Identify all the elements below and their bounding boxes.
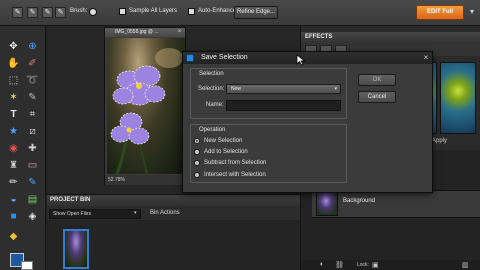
document-close-icon[interactable]: × [176,29,183,36]
layer-thumbnail [316,192,338,216]
radio-label: New Selection [204,138,243,144]
dropdown-arrow-icon[interactable]: ▾ [470,7,474,16]
clone-stamp-tool-icon[interactable]: ♜ [7,159,20,172]
cancel-button[interactable]: Cancel [358,91,396,103]
zoom-tool-icon[interactable]: ⊕ [26,40,39,53]
name-field[interactable] [226,100,341,111]
flower-photo [110,48,183,174]
quick-selection-tool-icon[interactable]: ✎ [26,91,39,104]
trash-icon[interactable]: ▥ [462,261,469,269]
edit-full-button[interactable]: EDIT Full [416,5,464,20]
brush-tool-icon[interactable]: ✏ [7,176,20,189]
radio-label: Add to Selection [204,149,248,155]
document-window: IMG_0558.jpg @ ... × 52.78% [104,27,186,185]
sample-all-layers-label: Sample All Layers [129,8,178,14]
healing-brush-tool-icon[interactable]: ✚ [26,142,39,155]
background-color-swatch[interactable] [21,261,33,270]
name-label: Name: [206,102,224,108]
auto-enhance-label: Auto-Enhance [198,8,237,14]
selection-dropdown[interactable]: New ▾ [226,84,341,94]
eyedropper-tool-icon[interactable]: ✐ [26,57,39,70]
auto-enhance-checkbox[interactable] [188,8,195,15]
radio-button[interactable] [194,172,200,178]
lock-label: Lock: [357,262,369,268]
brush-label: Brush: [70,8,88,14]
eraser-tool-icon[interactable]: ▭ [26,159,39,172]
zoom-status: 52.78% [105,175,185,185]
layers-bottom-bar [301,260,480,270]
radio-button[interactable] [194,160,200,166]
selection-label: Selection: [198,86,225,92]
cookie-cutter-tool-icon[interactable]: ★ [7,125,20,138]
apply-button[interactable]: Apply [432,138,447,144]
dialog-title: Save Selection [183,52,432,64]
brush-preset-icon[interactable]: ✎ [55,7,66,18]
radio-label: Intersect with Selection [204,172,266,178]
refine-edge-button[interactable]: Refine Edge... [234,6,278,19]
magic-wand-tool-icon[interactable]: ✶ [7,91,20,104]
close-icon[interactable]: × [421,53,431,63]
show-files-select[interactable]: Show Open Files [49,209,141,219]
hand-tool-icon[interactable]: ✋ [7,57,20,70]
bin-thumbnail[interactable] [63,229,89,269]
quick-selection-icon[interactable]: ✎ [12,7,23,18]
smart-brush-tool-icon[interactable]: ✎ [26,176,39,189]
project-bin-title[interactable]: PROJECT BIN [47,194,300,206]
selection-dropdown-value: New [231,86,242,92]
add-selection-icon[interactable]: ✎ [27,7,38,18]
lock-icon[interactable]: ▣ [372,261,379,269]
ok-button[interactable]: OK [358,74,396,86]
move-tool-icon[interactable]: ✥ [7,40,20,53]
shape-tool-icon[interactable]: ■ [7,210,20,223]
marquee-tool-icon[interactable]: ⬚ [7,74,20,87]
radio-label: Subtract from Selection [204,160,267,166]
sample-all-layers-checkbox[interactable] [119,8,126,15]
radio-button[interactable] [194,149,200,155]
paint-bucket-tool-icon[interactable]: ◒ [7,193,20,206]
lasso-tool-icon[interactable]: ➰ [26,74,39,87]
effects-panel-title[interactable]: EFFECTS [301,32,480,42]
straighten-tool-icon[interactable]: ⧄ [26,125,39,138]
photo-canvas[interactable] [107,38,185,174]
operation-group-title: Operation [199,127,226,133]
effect-thumbnail-2[interactable] [440,62,476,134]
chevron-down-icon[interactable]: ▾ [134,210,137,216]
subtract-selection-icon[interactable]: ✎ [42,7,53,18]
red-eye-tool-icon[interactable]: ◉ [7,142,20,155]
crop-tool-icon[interactable]: ⌗ [26,108,39,121]
mouse-cursor-icon [296,54,306,66]
app-icon [186,54,194,62]
chevron-down-icon: ▾ [334,86,337,92]
sponge-tool-icon[interactable]: ◆ [7,230,20,243]
layer-name: Background [343,198,376,204]
half-circle-icon[interactable]: ◐ [320,261,324,268]
gradient-tool-icon[interactable]: ▤ [26,193,39,206]
type-tool-icon[interactable]: T [7,108,20,121]
link-icon[interactable]: ⛓ [335,261,344,269]
selection-group-title: Selection [199,71,224,77]
radio-button[interactable] [194,138,200,144]
document-tab[interactable]: IMG_0558.jpg @ ... [105,28,185,37]
brush-size-swatch[interactable] [89,8,97,16]
blur-tool-icon[interactable]: ◈ [26,210,39,223]
bin-actions-menu[interactable]: Bin Actions [150,210,180,216]
